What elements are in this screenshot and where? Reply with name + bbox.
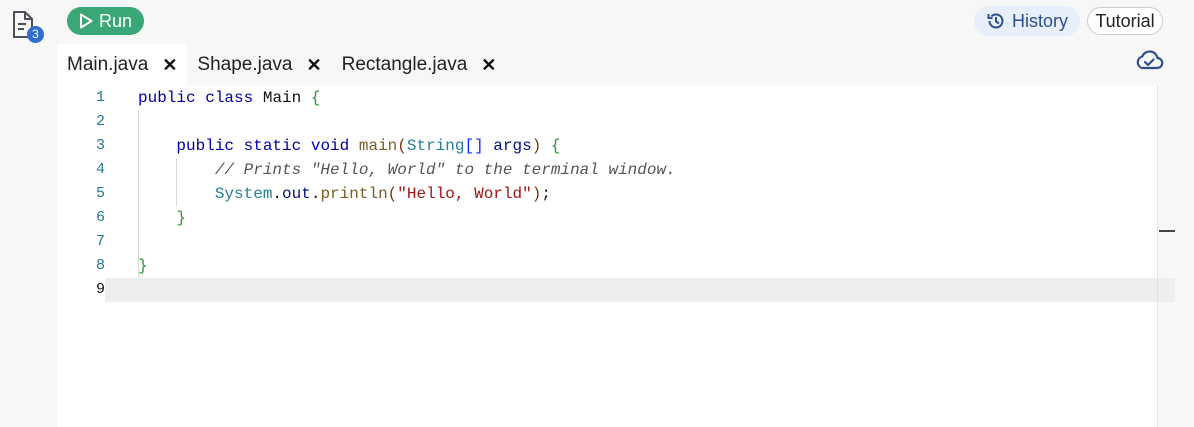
code-text: }: [138, 209, 187, 227]
line-number: 8: [95, 257, 105, 274]
cloud-saved-icon[interactable]: [1134, 47, 1164, 73]
scroll-indicator[interactable]: [1159, 230, 1175, 232]
line-number: 5: [95, 185, 105, 202]
tab-main-java[interactable]: Main.java ✕: [57, 44, 188, 86]
code-line: 6 }: [57, 206, 1175, 230]
tutorial-button[interactable]: Tutorial: [1087, 7, 1163, 35]
line-number: 4: [95, 161, 105, 178]
play-icon: [79, 13, 93, 29]
code-comment: // Prints "Hello, World" to the terminal…: [138, 161, 676, 179]
code-line: 7: [57, 230, 1175, 254]
history-button[interactable]: History: [974, 6, 1080, 36]
run-button-label: Run: [98, 10, 133, 31]
cloud-check-icon: [1136, 50, 1164, 70]
left-rail: 3: [0, 0, 57, 427]
code-line: 3 public static void main(String[] args)…: [57, 134, 1175, 158]
line-number: 6: [95, 209, 105, 226]
line-number: 3: [95, 137, 105, 154]
code-line: 5 System.out.println("Hello, World");: [57, 182, 1175, 206]
line-number: 2: [95, 113, 105, 130]
code-line: 1 public class Main {: [57, 86, 1175, 110]
tab-label: Shape.java: [197, 54, 293, 75]
tab-shape-java[interactable]: Shape.java ✕: [187, 44, 331, 86]
line-number: 9: [95, 281, 105, 298]
code-text: System.out.println("Hello, World");: [214, 185, 551, 203]
run-button[interactable]: Run: [67, 7, 144, 35]
close-icon[interactable]: ✕: [481, 55, 496, 76]
overview-ruler: [1157, 86, 1158, 427]
code-text: public static void main(String[] args) {: [176, 137, 561, 155]
code-line: 2: [57, 110, 1175, 134]
tab-label: Rectangle.java: [341, 54, 468, 75]
close-icon[interactable]: ✕: [162, 55, 177, 76]
line-number: 1: [95, 89, 105, 106]
history-icon: [987, 13, 1004, 29]
history-button-label: History: [1011, 10, 1068, 31]
file-tabs: Main.java ✕ Shape.java ✕ Rectangle.java …: [57, 44, 506, 86]
tab-label: Main.java: [67, 54, 149, 75]
tutorial-button-label: Tutorial: [1095, 10, 1155, 31]
tab-rectangle-java[interactable]: Rectangle.java ✕: [332, 44, 507, 86]
code-editor[interactable]: 1 public class Main { 2 3 public static …: [57, 86, 1175, 427]
code-line: 9: [57, 278, 1175, 302]
code-text: public class Main {: [138, 89, 321, 107]
code-line: 4 // Prints "Hello, World" to the termin…: [57, 158, 1175, 182]
line-number: 7: [95, 233, 105, 250]
code-line: 8 }: [57, 254, 1175, 278]
file-count-badge: 3: [27, 26, 44, 43]
code-text: }: [138, 257, 148, 275]
close-icon[interactable]: ✕: [307, 55, 322, 76]
